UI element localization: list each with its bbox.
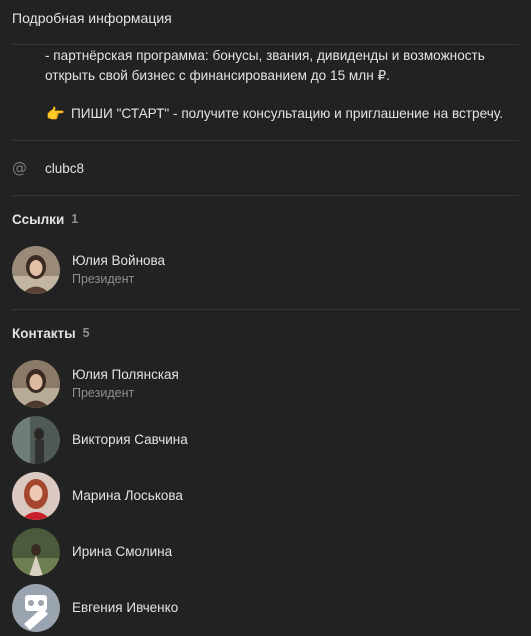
- contact-role: Президент: [72, 386, 135, 400]
- links-section-title[interactable]: Ссылки 1: [0, 196, 531, 242]
- contact-name[interactable]: Марина Лоськова: [72, 487, 183, 505]
- contacts-section-title[interactable]: Контакты 5: [0, 310, 531, 356]
- cta-text: ПИШИ "СТАРТ" - получите консультацию и п…: [71, 106, 503, 121]
- avatar[interactable]: [12, 360, 60, 408]
- avatar[interactable]: [12, 472, 60, 520]
- community-screen-name[interactable]: clubc8: [45, 161, 84, 176]
- avatar[interactable]: [12, 246, 60, 294]
- description-cta: 👉 ПИШИ "СТАРТ" - получите консультацию и…: [45, 104, 519, 124]
- header-title: Подробная информация: [12, 10, 172, 26]
- contact-name[interactable]: Юлия Полянская: [72, 366, 179, 384]
- contact-item[interactable]: Марина Лоськова: [0, 468, 531, 524]
- contact-name[interactable]: Виктория Савчина: [72, 431, 188, 449]
- links-count: 1: [71, 212, 79, 226]
- contact-name[interactable]: Юлия Войнова: [72, 252, 165, 270]
- contacts-title: Контакты: [12, 325, 76, 341]
- section-header: Подробная информация: [0, 0, 531, 36]
- avatar[interactable]: [12, 416, 60, 464]
- community-address-row[interactable]: @ clubc8: [0, 141, 531, 195]
- contact-item[interactable]: Ирина Смолина: [0, 524, 531, 580]
- pointing-hand-icon: 👉: [46, 105, 65, 123]
- link-item[interactable]: Юлия Войнова Президент: [0, 242, 531, 298]
- contact-item[interactable]: Евгения Ивченко: [0, 580, 531, 636]
- avatar[interactable]: [12, 528, 60, 576]
- community-description: - партнёрская программа: бонусы, звания,…: [0, 46, 531, 124]
- divider: [12, 44, 519, 45]
- description-line: открыть свой бизнес с финансированием до…: [45, 68, 390, 83]
- avatar[interactable]: [12, 584, 60, 632]
- links-title: Ссылки: [12, 211, 65, 227]
- contact-name[interactable]: Евгения Ивченко: [72, 599, 178, 617]
- contacts-count: 5: [82, 326, 90, 340]
- at-sign-icon: @: [12, 159, 27, 177]
- contact-item[interactable]: Виктория Савчина: [0, 412, 531, 468]
- description-line: - партнёрская программа: бонусы, звания,…: [45, 48, 485, 63]
- contact-name[interactable]: Ирина Смолина: [72, 543, 172, 561]
- contact-role: Президент: [72, 272, 135, 286]
- contact-item[interactable]: Юлия Полянская Президент: [0, 356, 531, 412]
